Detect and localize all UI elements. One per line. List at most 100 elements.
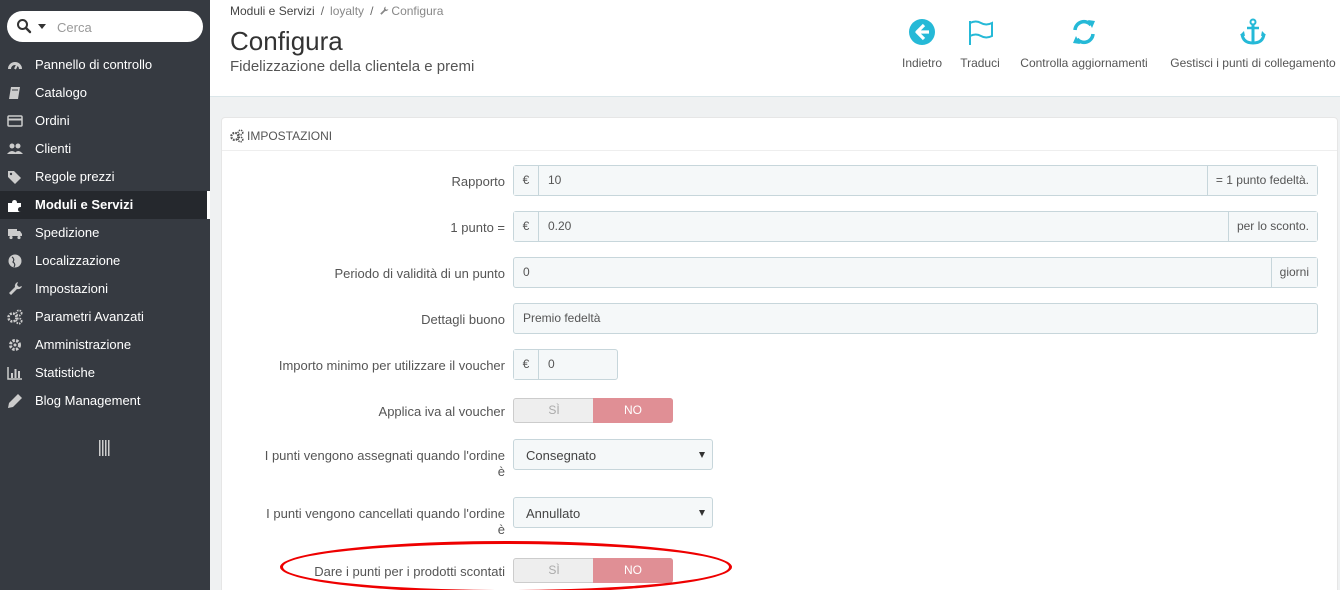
cog-icon — [9, 339, 21, 351]
arrow-left-circle-icon — [909, 19, 935, 45]
apply-tax-no[interactable]: NO — [593, 398, 673, 423]
sidebar-item-statistics[interactable]: Statistiche — [0, 359, 210, 387]
book-icon — [9, 87, 20, 99]
discounted-products-switch[interactable]: SÌ NO — [513, 558, 673, 583]
search-box[interactable] — [7, 11, 203, 42]
sidebar-item-modules[interactable]: Moduli e Servizi — [0, 191, 210, 219]
truck-icon — [8, 229, 22, 240]
breadcrumb: Moduli e Servizi / loyalty / Configura — [230, 4, 443, 18]
sidebar-item-label: Clienti — [35, 141, 72, 156]
breadcrumb-separator: / — [320, 4, 325, 18]
page-header: Moduli e Servizi / loyalty / Configura Confi… — [210, 0, 1340, 97]
anchor-icon — [1240, 18, 1266, 45]
point-value-field[interactable]: € 0.20 per lo sconto. — [513, 211, 1318, 242]
min-amount-field[interactable]: € 0 — [513, 349, 618, 380]
users-icon — [7, 143, 23, 154]
sidebar-item-label: Catalogo — [35, 85, 88, 100]
panel-heading: IMPOSTAZIONI — [230, 126, 332, 146]
sidebar-item-settings[interactable]: Impostazioni — [0, 275, 210, 303]
breadcrumb-modules[interactable]: Moduli e Servizi — [230, 4, 315, 18]
currency-addon: € — [514, 212, 539, 241]
manage-hooks-button[interactable]: Gestisci i punti di collegamento — [1166, 18, 1340, 74]
cancelled-state-label-line1: I punti vengono cancellati quando l'ordi… — [266, 506, 505, 521]
sidebar-item-label: Ordini — [35, 113, 70, 128]
wrench-icon — [9, 282, 22, 295]
cancelled-state-label-line2: è — [497, 522, 505, 537]
back-button[interactable]: Indietro — [900, 18, 944, 74]
sidebar-item-label: Blog Management — [35, 393, 141, 408]
sidebar-item-blog-management[interactable]: Blog Management — [0, 387, 210, 415]
point-value-label: 1 punto = — [450, 220, 505, 235]
tags-icon — [8, 171, 21, 184]
cancelled-state-select[interactable]: Annullato — [513, 497, 713, 528]
validity-label: Periodo di validità di un punto — [334, 266, 505, 281]
cancelled-state-value: Annullato — [526, 506, 581, 521]
check-updates-label: Controlla aggiornamenti — [1020, 56, 1148, 70]
min-amount-input[interactable]: 0 — [548, 350, 555, 379]
min-amount-label: Importo minimo per utilizzare il voucher — [278, 358, 505, 373]
panel-divider — [222, 150, 1337, 151]
panel-title: IMPOSTAZIONI — [247, 129, 333, 143]
chevron-down-icon — [699, 510, 705, 516]
page-subtitle: Fidelizzazione della clientela e premi — [230, 58, 475, 75]
ratio-label: Rapporto — [451, 174, 505, 189]
check-updates-button[interactable]: Controlla aggiornamenti — [1015, 18, 1153, 74]
sidebar-item-label: Localizzazione — [35, 253, 121, 268]
translate-button-label: Traduci — [960, 56, 1000, 70]
discounted-products-no[interactable]: NO — [593, 558, 673, 583]
cancelled-state-label: I punti vengono cancellati quando l'ordi… — [266, 506, 505, 538]
sidebar-item-catalog[interactable]: Catalogo — [0, 79, 210, 107]
assigned-state-label: I punti vengono assegnati quando l'ordin… — [265, 448, 505, 480]
pencil-icon — [8, 394, 22, 408]
manage-hooks-label: Gestisci i punti di collegamento — [1170, 56, 1336, 70]
refresh-icon — [1073, 19, 1095, 45]
voucher-details-field[interactable]: Premio fedeltà — [513, 303, 1318, 334]
translate-button[interactable]: Traduci — [958, 18, 1002, 74]
sidebar-item-advanced-parameters[interactable]: Parametri Avanzati — [0, 303, 210, 331]
sidebar-item-orders[interactable]: Ordini — [0, 107, 210, 135]
sidebar-item-dashboard[interactable]: Pannello di controllo — [0, 51, 210, 79]
sidebar-item-shipping[interactable]: Spedizione — [0, 219, 210, 247]
ratio-field[interactable]: € 10 = 1 punto fedeltà. — [513, 165, 1318, 196]
discounted-products-label: Dare i punti per i prodotti scontati — [314, 564, 505, 579]
search-icon[interactable] — [16, 18, 32, 34]
validity-suffix: giorni — [1270, 258, 1317, 287]
currency-addon: € — [514, 166, 539, 195]
validity-field[interactable]: 0 giorni — [513, 257, 1318, 288]
point-value-suffix: per lo sconto. — [1227, 212, 1317, 241]
currency-addon: € — [514, 350, 539, 379]
flag-icon — [969, 20, 993, 45]
sidebar-item-administration[interactable]: Amministrazione — [0, 331, 210, 359]
assigned-state-label-line1: I punti vengono assegnati quando l'ordin… — [264, 448, 505, 463]
validity-input[interactable]: 0 — [523, 258, 530, 287]
apply-tax-switch[interactable]: SÌ NO — [513, 398, 673, 423]
puzzle-icon — [8, 200, 21, 212]
sidebar-item-price-rules[interactable]: Regole prezzi — [0, 163, 210, 191]
back-button-label: Indietro — [901, 56, 943, 70]
sidebar-item-label: Amministrazione — [35, 337, 132, 352]
discounted-products-yes[interactable]: SÌ — [514, 559, 594, 582]
breadcrumb-loyalty[interactable]: loyalty — [330, 4, 364, 18]
chevron-down-icon — [699, 452, 705, 458]
sidebar-item-localization[interactable]: Localizzazione — [0, 247, 210, 275]
sidebar-item-customers[interactable]: Clienti — [0, 135, 210, 163]
cogs-icon — [230, 129, 244, 143]
sidebar-item-label: Spedizione — [35, 225, 100, 240]
voucher-details-input[interactable]: Premio fedeltà — [523, 304, 600, 333]
sidebar-item-label: Regole prezzi — [35, 169, 115, 184]
search-input[interactable] — [57, 17, 197, 37]
assigned-state-select[interactable]: Consegnato — [513, 439, 713, 470]
collapse-menu-icon[interactable] — [99, 440, 111, 456]
voucher-details-label: Dettagli buono — [421, 312, 505, 327]
point-value-input[interactable]: 0.20 — [548, 212, 571, 241]
apply-tax-yes[interactable]: SÌ — [514, 399, 594, 422]
ratio-input[interactable]: 10 — [548, 166, 561, 195]
sidebar-menu: Pannello di controllo Catalogo Ordini Cl… — [0, 51, 210, 415]
sidebar-item-label: Moduli e Servizi — [35, 197, 134, 212]
chevron-down-icon[interactable] — [38, 24, 46, 29]
globe-icon — [8, 254, 22, 268]
wrench-icon — [380, 6, 389, 15]
dashboard-icon — [8, 62, 22, 70]
sidebar-item-label: Parametri Avanzati — [35, 309, 144, 324]
sidebar-item-label: Impostazioni — [35, 281, 108, 296]
